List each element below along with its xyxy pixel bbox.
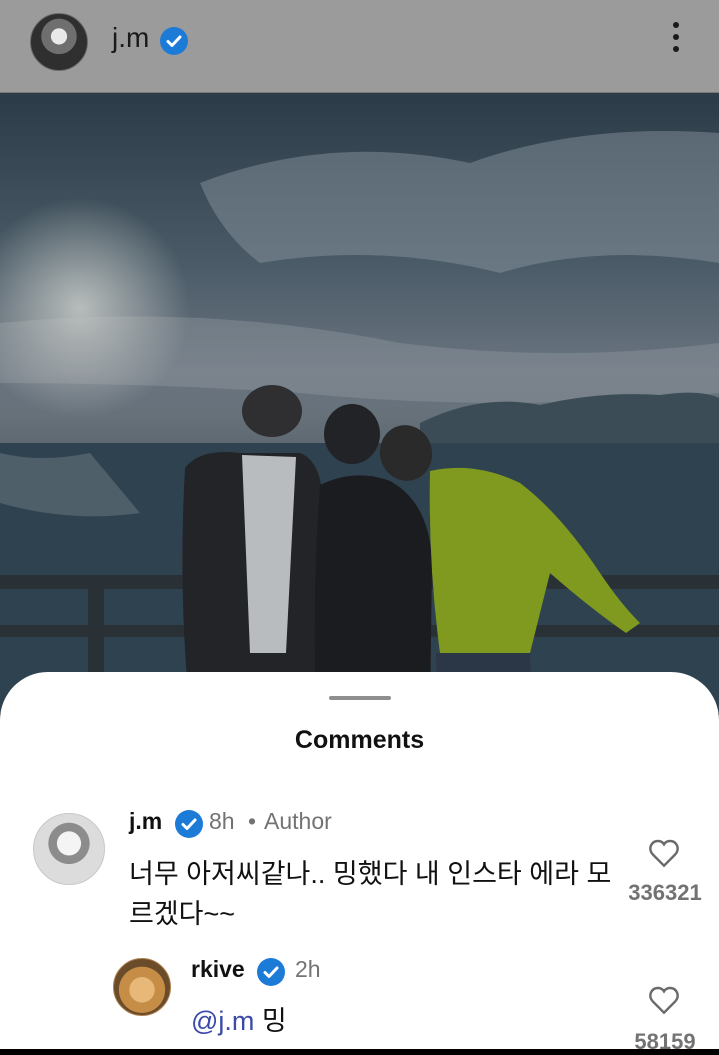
drag-handle[interactable] xyxy=(329,696,391,700)
reply-text: @j.m 밍 xyxy=(191,999,287,1038)
verified-badge-icon xyxy=(257,958,285,986)
comments-title: Comments xyxy=(294,726,425,754)
profile-avatar[interactable] xyxy=(30,13,88,71)
reply-time: 2h xyxy=(295,956,321,982)
like-heart-icon[interactable] xyxy=(648,985,680,1015)
like-heart-icon[interactable] xyxy=(648,838,680,868)
reply-avatar[interactable] xyxy=(113,958,171,1016)
author-label: Author xyxy=(264,808,332,834)
reply-message: 밍 xyxy=(254,1006,287,1036)
post-photo xyxy=(0,93,719,713)
verified-badge-icon xyxy=(160,27,188,55)
reply-username[interactable]: rkive xyxy=(191,956,245,983)
comment-username[interactable]: j.m xyxy=(129,808,162,835)
comments-sheet: Comments j.m 8h • Author 너무 아저씨같나.. 밍했다 … xyxy=(0,672,719,1054)
separator-dot: • xyxy=(248,808,257,834)
mention-link[interactable]: @j.m xyxy=(191,1006,254,1036)
header-username[interactable]: j.m xyxy=(112,22,149,54)
comment-text: 너무 아저씨같나.. 밍했다 내 인스타 에라 모르겠다~~ xyxy=(129,859,612,929)
verified-badge-icon xyxy=(175,810,203,838)
post-header: j.m xyxy=(0,0,719,93)
like-count: 336321 xyxy=(628,880,702,905)
more-options-icon[interactable] xyxy=(668,22,684,60)
comment-avatar[interactable] xyxy=(33,813,105,885)
comment-time: 8h xyxy=(209,808,235,834)
like-count: 58159 xyxy=(634,1029,696,1054)
